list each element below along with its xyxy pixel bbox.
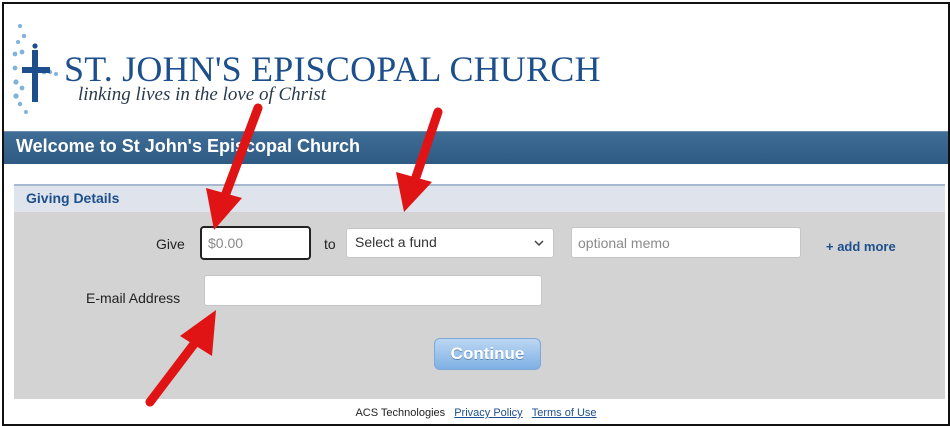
giving-details-panel: Giving Details Give to Select a fund + a…: [14, 184, 945, 399]
footer-company: ACS Technologies: [355, 407, 446, 419]
email-field[interactable]: [204, 275, 542, 306]
chevron-down-icon: [534, 240, 544, 247]
continue-button[interactable]: Continue: [434, 338, 541, 370]
privacy-policy-link[interactable]: Privacy Policy: [454, 407, 522, 419]
giving-details-header: Giving Details: [14, 184, 945, 212]
footer: ACS Technologies Privacy Policy Terms of…: [4, 407, 948, 419]
fund-select-value: Select a fund: [355, 234, 437, 250]
welcome-title: Welcome to St John's Episcopal Church: [16, 136, 361, 156]
to-label: to: [324, 236, 336, 252]
church-logo: ST. JOHN'S EPISCOPAL CHURCH linking live…: [10, 12, 600, 128]
giving-details-title: Giving Details: [26, 190, 120, 206]
memo-input[interactable]: [571, 227, 801, 258]
add-more-link[interactable]: + add more: [826, 239, 896, 254]
page-frame: ST. JOHN'S EPISCOPAL CHURCH linking live…: [2, 2, 950, 426]
give-label: Give: [156, 236, 185, 252]
cross-logo-icon: [12, 24, 58, 114]
church-tagline: linking lives in the love of Christ: [78, 84, 327, 105]
amount-input[interactable]: [200, 226, 311, 260]
fund-select[interactable]: Select a fund: [346, 228, 554, 258]
welcome-bar: Welcome to St John's Episcopal Church: [4, 131, 948, 164]
email-label: E-mail Address: [86, 290, 181, 306]
terms-of-use-link[interactable]: Terms of Use: [532, 407, 597, 419]
